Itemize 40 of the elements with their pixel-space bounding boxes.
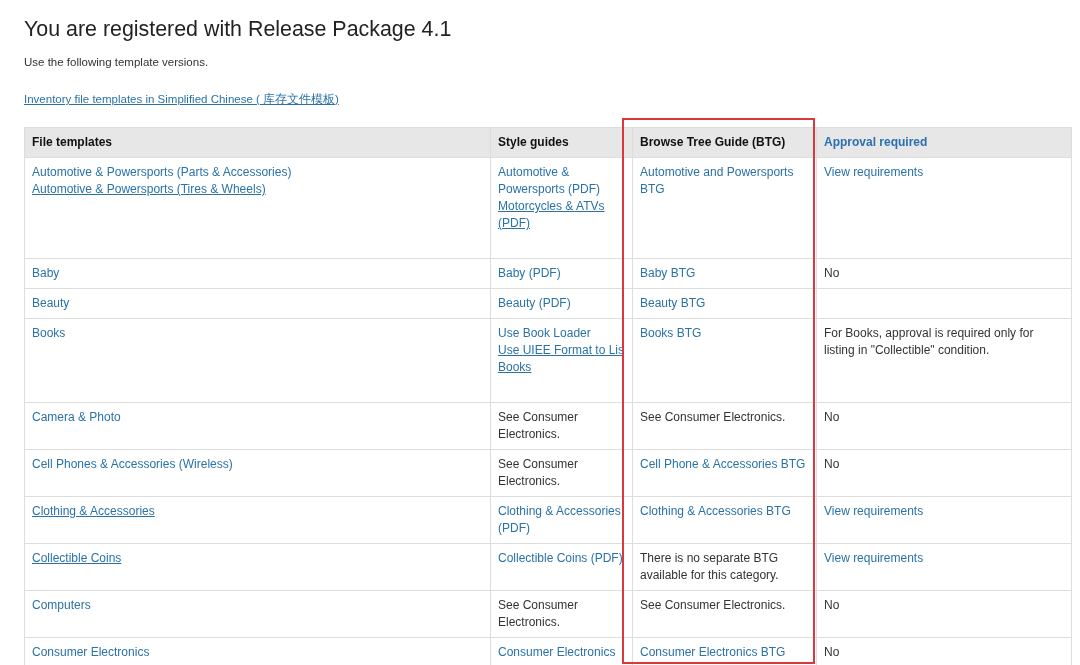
approval-status: No (824, 409, 840, 426)
btg-note: There is no separate BTG available for this category. (640, 550, 780, 584)
approval-status: No (824, 597, 840, 614)
column-header: Style guides (490, 127, 633, 158)
style-guide-note: See Consumer Electronics. (498, 597, 580, 631)
file-template-link[interactable]: Consumer Electronics (32, 644, 150, 661)
requirements-link[interactable]: View requirements (824, 550, 924, 567)
page-title: You are registered with Release Package 4.1 (24, 16, 452, 42)
file-template-link[interactable]: Beauty (32, 295, 70, 312)
style-guide-link[interactable]: Use Book Loader (498, 325, 591, 342)
approval-status: No (824, 644, 840, 661)
approval-status: No (824, 456, 840, 473)
style-guide-link[interactable]: Books (498, 359, 532, 376)
column-header: Browse Tree Guide (BTG) (632, 127, 817, 158)
requirements-link[interactable]: View requirements (824, 164, 924, 181)
file-template-link[interactable]: Clothing & Accessories (32, 503, 155, 520)
btg-note: See Consumer Electronics. (640, 597, 786, 614)
column-header[interactable]: Approval required (816, 127, 1072, 158)
file-template-link[interactable]: Computers (32, 597, 91, 614)
file-template-link[interactable]: Cell Phones & Accessories (Wireless) (32, 456, 233, 473)
file-template-link[interactable]: Camera & Photo (32, 409, 121, 426)
file-template-link[interactable]: Automotive & Powersports (Tires & Wheels) (32, 181, 266, 198)
btg-note: See Consumer Electronics. (640, 409, 786, 426)
approval-status: For Books, approval is required only for listing in "Collectible" condition. (824, 325, 1035, 359)
btg-link[interactable]: Baby BTG (640, 265, 696, 282)
file-template-link[interactable]: Collectible Coins (32, 550, 122, 567)
btg-link[interactable]: Beauty BTG (640, 295, 706, 312)
inventory-templates-link[interactable]: Inventory file templates in Simplified Chinese ( 库存文件模板) (24, 91, 339, 107)
approval-status: No (824, 265, 840, 282)
file-template-link[interactable]: Books (32, 325, 66, 342)
requirements-link[interactable]: View requirements (824, 503, 924, 520)
column-header: File templates (24, 127, 491, 158)
intro-text: Use the following template versions. (24, 55, 209, 70)
style-guide-note: See Consumer Electronics. (498, 456, 580, 490)
file-template-link[interactable]: Automotive & Powersports (Parts & Accessories) (32, 164, 292, 181)
file-template-link[interactable]: Baby (32, 265, 60, 282)
style-guide-link[interactable]: Motorcycles & ATVs (PDF) (498, 198, 625, 232)
style-guide-note: See Consumer Electronics. (498, 409, 580, 443)
style-guide-link[interactable]: Automotive & Powersports (PDF) (498, 164, 625, 198)
btg-link[interactable]: Books BTG (640, 325, 702, 342)
